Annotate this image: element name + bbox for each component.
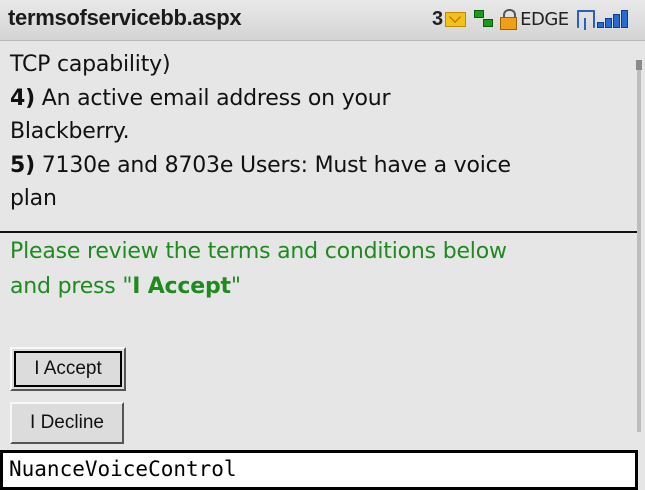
content-line: plan <box>10 186 57 211</box>
content-line: 4) An active email address on your <box>10 85 391 111</box>
accept-button[interactable]: I Accept <box>10 347 126 391</box>
content-line: Blackberry. <box>10 119 130 144</box>
page-title: termsofservicebb.aspx <box>8 5 242 30</box>
envelope-icon <box>445 11 467 27</box>
notice-line-1: Please review the terms and conditions b… <box>10 239 507 264</box>
title-bar: termsofservicebb.aspx 3 EDGE <box>0 0 645 41</box>
decline-button[interactable]: I Decline <box>10 402 124 444</box>
requirements-text: TCP capability) 4) An active email addre… <box>10 48 638 216</box>
network-activity-icon <box>474 10 494 28</box>
divider <box>0 231 637 233</box>
review-notice: Please review the terms and conditions b… <box>10 235 640 304</box>
status-indicators: 3 EDGE <box>432 5 633 33</box>
message-count: 3 <box>432 7 444 30</box>
notice-line-2: and press "I Accept" <box>10 273 241 299</box>
content-line: 5) 7130e and 8703e Users: Must have a vo… <box>10 152 511 178</box>
content-line: TCP capability) <box>10 52 171 77</box>
signal-strength-icon <box>576 8 633 30</box>
terms-textarea[interactable]: NuanceVoiceControl <box>0 450 638 490</box>
network-type-label: EDGE <box>520 8 569 30</box>
scrollbar[interactable] <box>636 60 642 432</box>
lock-icon <box>500 9 518 30</box>
